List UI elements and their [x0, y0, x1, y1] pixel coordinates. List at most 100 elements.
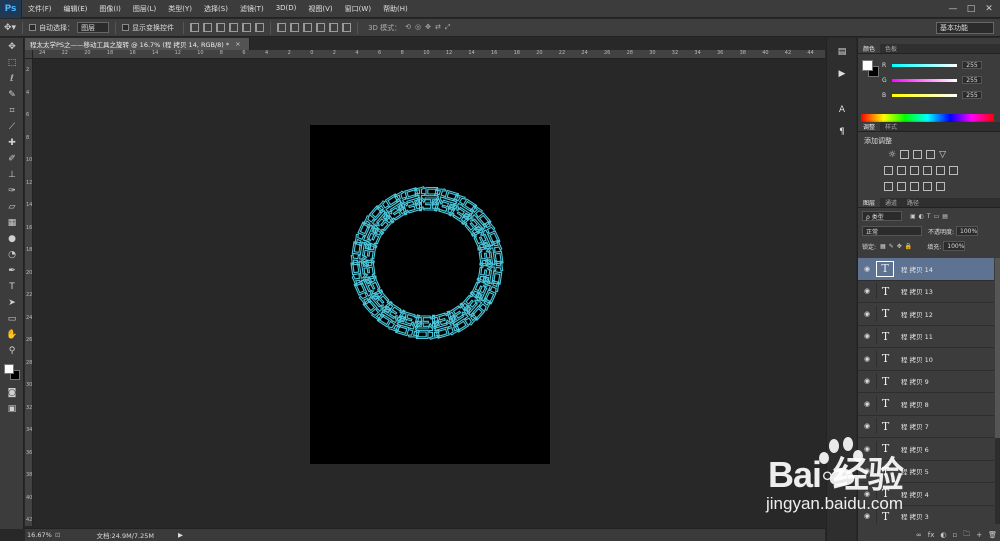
lasso-tool-icon[interactable]: ℓ: [2, 72, 22, 86]
brush-tool-icon[interactable]: ✐: [2, 152, 22, 166]
tab-adjustments[interactable]: 调整: [858, 122, 881, 131]
eyedropper-tool-icon[interactable]: ⟋: [2, 120, 22, 134]
type-tool-icon[interactable]: T: [2, 280, 22, 294]
menu-item-0[interactable]: 文件(F): [22, 4, 58, 14]
brightness-icon[interactable]: ☼: [888, 150, 896, 160]
layer-footer-icon[interactable]: ∞: [916, 531, 922, 539]
menu-item-4[interactable]: 类型(Y): [162, 4, 198, 14]
eye-icon[interactable]: ◉: [858, 422, 876, 430]
layer-row[interactable]: ◉ T 程 拷贝 12: [858, 303, 994, 326]
document-canvas[interactable]: 程程程程程程程程程程程程程程程程程程程程程程: [310, 125, 550, 464]
channel-mixer-icon[interactable]: [936, 166, 945, 175]
menu-item-9[interactable]: 窗口(W): [339, 4, 377, 14]
photo-filter-icon[interactable]: [923, 166, 932, 175]
quick-select-tool-icon[interactable]: ✎: [2, 88, 22, 102]
marquee-tool-icon[interactable]: ⬚: [2, 56, 22, 70]
layer-footer-icon[interactable]: +: [976, 531, 982, 539]
lock-icons[interactable]: ▦✎✥🔒: [880, 243, 915, 250]
eye-icon[interactable]: ◉: [858, 310, 876, 318]
threshold-icon[interactable]: [910, 182, 919, 191]
layer-row[interactable]: ◉ T 程 拷贝 11: [858, 326, 994, 348]
eye-icon[interactable]: ◉: [858, 400, 876, 408]
slider-g[interactable]: G 255: [882, 75, 998, 85]
color-swatch[interactable]: [2, 362, 22, 382]
layer-row[interactable]: ◉ T 程 拷贝 14: [858, 258, 994, 281]
align-bottom-icon[interactable]: [216, 23, 226, 32]
tab-channels[interactable]: 通道: [880, 198, 902, 207]
menu-item-2[interactable]: 图像(I): [93, 4, 127, 14]
canvas-area[interactable]: 程程程程程程程程程程程程程程程程程程程程程程: [33, 60, 825, 526]
tab-color[interactable]: 颜色: [858, 44, 881, 53]
layer-row[interactable]: ◉ T 程 拷贝 9: [858, 371, 994, 393]
3d-rotate-icon[interactable]: ⟲: [405, 23, 411, 32]
paragraph-panel-icon[interactable]: ¶: [832, 124, 852, 140]
eraser-tool-icon[interactable]: ▱: [2, 200, 22, 214]
hand-tool-icon[interactable]: ✋: [2, 328, 22, 342]
eye-icon[interactable]: ◉: [858, 265, 876, 273]
healing-tool-icon[interactable]: ✚: [2, 136, 22, 150]
invert-icon[interactable]: [884, 182, 893, 191]
layer-row[interactable]: ◉ T 程 拷贝 10: [858, 348, 994, 371]
minimize-button[interactable]: —: [944, 0, 962, 18]
color-balance-icon[interactable]: [897, 166, 906, 175]
align-hcenter-icon[interactable]: [242, 23, 252, 32]
color-chips[interactable]: [862, 60, 880, 78]
filter-icons[interactable]: ▣◐T▭▤: [910, 213, 951, 220]
foreground-chip[interactable]: [862, 60, 873, 71]
slider-b-value[interactable]: 255: [962, 91, 982, 99]
zoom-tool-icon[interactable]: ⚲: [2, 344, 22, 358]
layer-footer-icon[interactable]: 🗀: [963, 530, 970, 541]
color-lookup-icon[interactable]: [949, 166, 958, 175]
gradient-map-icon[interactable]: [936, 182, 945, 191]
layer-filter-dropdown[interactable]: ρ 类型: [862, 211, 902, 221]
gradient-tool-icon[interactable]: ▦: [2, 216, 22, 230]
slider-g-value[interactable]: 255: [962, 76, 982, 84]
align-right-icon[interactable]: [255, 23, 265, 32]
eye-icon[interactable]: ◉: [858, 355, 876, 363]
layer-row[interactable]: ◉ T 程 拷贝 8: [858, 393, 994, 416]
tab-layers[interactable]: 图层: [858, 198, 881, 207]
foreground-color[interactable]: [4, 364, 14, 374]
posterize-icon[interactable]: [897, 182, 906, 191]
blur-tool-icon[interactable]: ●: [2, 232, 22, 246]
slider-b[interactable]: B 255: [882, 90, 998, 100]
menu-item-7[interactable]: 3D(D): [270, 4, 303, 14]
eye-icon[interactable]: ◉: [858, 377, 876, 385]
slider-r-value[interactable]: 255: [962, 61, 982, 69]
tab-styles[interactable]: 样式: [880, 122, 902, 131]
path-select-tool-icon[interactable]: ➤: [2, 296, 22, 310]
menu-item-3[interactable]: 图层(L): [127, 4, 162, 14]
slider-r-track[interactable]: [892, 63, 957, 67]
align-vcenter-icon[interactable]: [203, 23, 213, 32]
layer-footer-icon[interactable]: fx: [928, 531, 935, 539]
slider-r[interactable]: R 255: [882, 60, 998, 70]
move-tool-icon[interactable]: ✥: [2, 40, 22, 54]
history-brush-icon[interactable]: ✑: [2, 184, 22, 198]
actions-panel-icon[interactable]: ▶: [832, 66, 852, 82]
auto-select-checkbox[interactable]: [29, 24, 37, 31]
layer-scrollbar-thumb[interactable]: [995, 258, 1000, 438]
show-transform-checkbox[interactable]: [122, 24, 130, 31]
pen-tool-icon[interactable]: ✒: [2, 264, 22, 278]
menu-item-1[interactable]: 编辑(E): [58, 4, 94, 14]
3d-pan-icon[interactable]: ✥: [425, 23, 431, 32]
distribute-right-icon[interactable]: [342, 23, 352, 32]
slider-g-track[interactable]: [892, 78, 957, 82]
fill-input[interactable]: 100%: [943, 241, 966, 251]
layer-row[interactable]: ◉ T 程 拷贝 13: [858, 281, 994, 303]
distribute-vcenter-icon[interactable]: [290, 23, 300, 32]
distribute-bottom-icon[interactable]: [303, 23, 313, 32]
history-panel-icon[interactable]: ▤: [832, 44, 852, 60]
menu-item-10[interactable]: 帮助(H): [377, 4, 414, 14]
maximize-button[interactable]: □: [962, 0, 980, 18]
layer-footer-icon[interactable]: 🗑: [988, 531, 997, 539]
3d-roll-icon[interactable]: ◎: [415, 23, 421, 32]
tab-swatches[interactable]: 色板: [880, 44, 902, 53]
black-white-icon[interactable]: [910, 166, 919, 175]
layer-scrollbar[interactable]: [995, 258, 1000, 524]
menu-item-6[interactable]: 滤镜(T): [234, 4, 270, 14]
dodge-tool-icon[interactable]: ◔: [2, 248, 22, 262]
opacity-input[interactable]: 100%: [956, 226, 979, 236]
3d-slide-icon[interactable]: ⇄: [435, 23, 441, 32]
3d-scale-icon[interactable]: ⤢: [445, 23, 451, 32]
